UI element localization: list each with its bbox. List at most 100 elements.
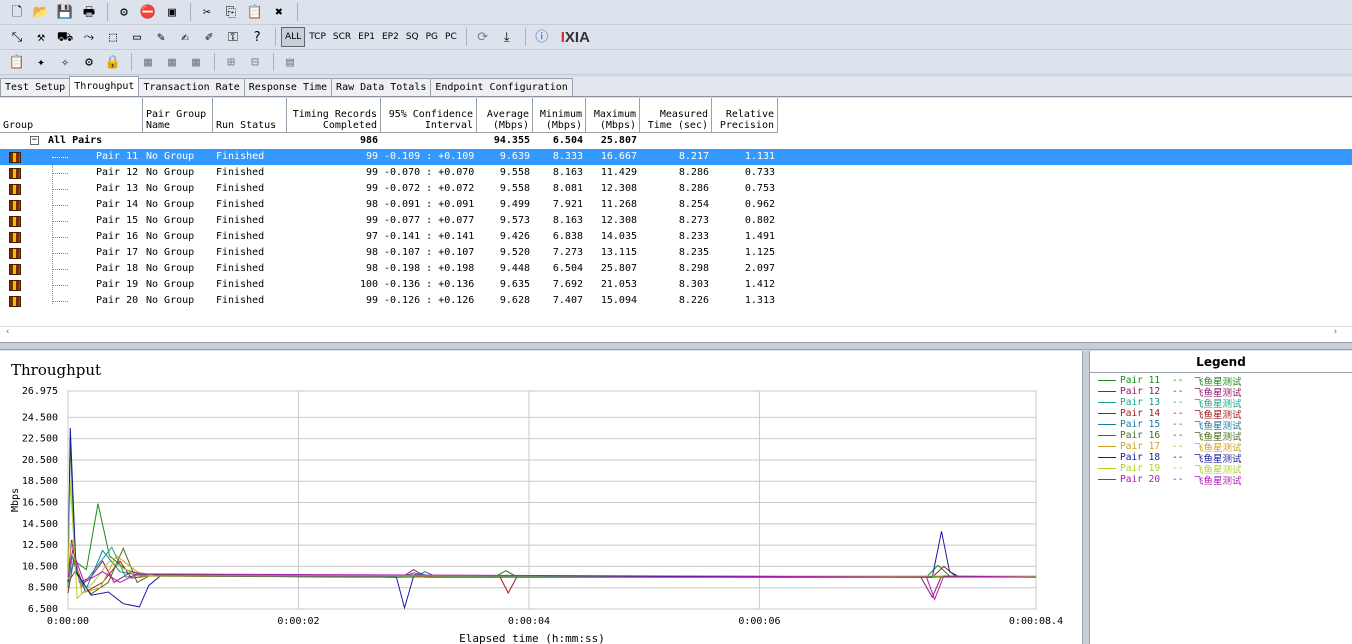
disabled-icon[interactable]: ▣ <box>161 2 183 22</box>
filter-pc-button[interactable]: PC <box>442 27 460 47</box>
column-header[interactable]: Minimum (Mbps) <box>533 98 586 133</box>
results-grid: Group Pair Group Name Run Status Timing Rec… <box>0 98 1352 342</box>
table-row[interactable]: Pair 12 No Group Finished 99 -0.070 : +0.070… <box>0 165 1352 181</box>
records-cell: 98 <box>365 263 378 274</box>
open-folder-icon[interactable]: 📂 <box>30 2 52 22</box>
table-row[interactable]: Pair 18 No Group Finished 98 -0.198 : +0.198… <box>0 261 1352 277</box>
column-header[interactable]: Maximum (Mbps) <box>586 98 640 133</box>
average-cell: 9.520 <box>499 247 530 258</box>
pair-group-cell: No Group <box>146 183 195 194</box>
table-row[interactable]: Pair 13 No Group Finished 99 -0.072 : +0.072… <box>0 181 1352 197</box>
table-row[interactable]: Pair 20 No Group Finished 99 -0.126 : +0.126… <box>0 293 1352 309</box>
column-header[interactable]: Average (Mbps) <box>477 98 533 133</box>
measured-time-cell: 8.217 <box>678 151 709 162</box>
filter-pg-button[interactable]: PG <box>423 27 441 47</box>
summary-row[interactable]: All Pairs 986 94.355 6.504 25.807 <box>0 133 1352 149</box>
lock-icon[interactable]: 🔒 <box>102 52 124 72</box>
filter-scr-button[interactable]: SCR <box>330 27 354 47</box>
network-icon[interactable]: ▭ <box>126 27 148 47</box>
pair-name-cell: Pair 11 <box>96 151 139 162</box>
new-file-icon[interactable]: 🗋 <box>6 2 28 22</box>
table-row[interactable]: Pair 17 No Group Finished 98 -0.107 : +0.107… <box>0 245 1352 261</box>
tab-endpoint-configuration[interactable]: Endpoint Configuration <box>430 78 573 96</box>
column-header[interactable]: Timing Records Completed <box>287 98 381 133</box>
legend-separator: -- <box>1172 397 1184 408</box>
tab-transaction-rate[interactable]: Transaction Rate <box>138 78 245 96</box>
table-row[interactable]: Pair 19 No Group Finished 100 -0.136 : +0.13… <box>0 277 1352 293</box>
table-row[interactable]: Pair 16 No Group Finished 97 -0.141 : +0.141… <box>0 229 1352 245</box>
column-header[interactable]: Pair Group Name <box>143 98 213 133</box>
cut-icon[interactable]: ✂ <box>196 2 218 22</box>
endpoint-icon[interactable]: ⬚ <box>102 27 124 47</box>
tab-throughput[interactable]: Throughput <box>69 76 140 96</box>
filter-icon[interactable]: ✐ <box>198 27 220 47</box>
add-pair-icon[interactable]: ⤡ <box>6 27 28 47</box>
minimum-cell: 8.163 <box>552 167 583 178</box>
paste-icon[interactable]: 📋 <box>244 2 266 22</box>
minimum-cell: 7.921 <box>552 199 583 210</box>
edit-pair-icon[interactable]: ⚒ <box>30 27 52 47</box>
save-icon[interactable]: 💾 <box>54 2 76 22</box>
minimum-cell: 7.407 <box>552 295 583 306</box>
copy-icon[interactable]: ⎘ <box>220 2 242 22</box>
column-header[interactable]: 95% Confidence Interval <box>381 98 477 133</box>
modify-icon[interactable]: ✍ <box>174 27 196 47</box>
grid-c-icon[interactable]: ▦ <box>185 52 207 72</box>
report-icon[interactable]: ▤ <box>279 52 301 72</box>
print-icon[interactable]: 🖶 <box>78 2 100 22</box>
help-icon[interactable]: ? <box>246 27 268 47</box>
tools-icon[interactable]: ✧ <box>54 52 76 72</box>
filter-tcp-button[interactable]: TCP <box>306 27 329 47</box>
info-icon[interactable]: ⓘ <box>531 27 553 47</box>
pair-icon <box>9 168 21 179</box>
toolbar-separator <box>131 53 132 71</box>
export-icon[interactable]: ⤓ <box>496 27 518 47</box>
filter-all-button[interactable]: ALL <box>281 27 306 47</box>
run-icon[interactable]: ⚙ <box>113 2 135 22</box>
tab-response-time[interactable]: Response Time <box>243 78 333 96</box>
average-cell: 9.635 <box>499 279 530 290</box>
horizontal-scrollbar[interactable]: ‹ › <box>0 326 1352 340</box>
table-row[interactable]: Pair 11 No Group Finished 99 -0.109 : +0.109… <box>0 149 1352 165</box>
stop-icon[interactable]: ⛔ <box>137 2 159 22</box>
table-row[interactable]: Pair 14 No Group Finished 98 -0.091 : +0.091… <box>0 197 1352 213</box>
layout-b-icon[interactable]: ⊟ <box>244 52 266 72</box>
grid-b-icon[interactable]: ▦ <box>161 52 183 72</box>
router-logo-icon: ⌂ <box>1219 583 1264 627</box>
measured-time-cell: 8.254 <box>678 199 709 210</box>
table-row[interactable]: Pair 15 No Group Finished 99 -0.077 : +0.077… <box>0 213 1352 229</box>
delete-icon[interactable]: ✖ <box>268 2 290 22</box>
vertical-splitter[interactable] <box>1082 351 1089 644</box>
filter-ep2-button[interactable]: EP2 <box>379 27 402 47</box>
x-tick-label: 0:00:08.4 <box>1009 616 1063 627</box>
column-header[interactable]: Measured Time (sec) <box>640 98 712 133</box>
pair-group-icon[interactable]: ⛟ <box>54 27 76 47</box>
scroll-right-icon[interactable]: › <box>1333 327 1338 337</box>
edit-script-icon[interactable]: ✎ <box>150 27 172 47</box>
pair-group-cell: No Group <box>146 247 195 258</box>
grid-a-icon[interactable]: ▦ <box>137 52 159 72</box>
column-header[interactable]: Run Status <box>213 98 287 133</box>
column-header[interactable]: Relative Precision <box>712 98 778 133</box>
minimum-cell: 6.504 <box>552 135 583 146</box>
filter-sq-button[interactable]: SQ <box>403 27 422 47</box>
horizontal-splitter[interactable] <box>0 342 1352 350</box>
measured-time-cell: 8.286 <box>678 167 709 178</box>
refresh-icon[interactable]: ⟳ <box>472 27 494 47</box>
multicast-icon[interactable]: ⤳ <box>78 27 100 47</box>
measured-time-cell: 8.233 <box>678 231 709 242</box>
hierarchy-icon[interactable]: ⚙ <box>78 52 100 72</box>
x-tick-label: 0:00:04 <box>508 616 550 627</box>
toolbar-separator <box>524 28 526 46</box>
filter-ep1-button[interactable]: EP1 <box>355 27 378 47</box>
scroll-left-icon[interactable]: ‹ <box>5 327 10 337</box>
layout-a-icon[interactable]: ⊞ <box>220 52 242 72</box>
column-header[interactable]: Group <box>0 98 143 133</box>
tab-raw-data-totals[interactable]: Raw Data Totals <box>331 78 432 96</box>
y-tick-label: 8.500 <box>28 583 58 594</box>
wizard-icon[interactable]: ✦ <box>30 52 52 72</box>
clipboard-icon[interactable]: 📋 <box>6 52 28 72</box>
maximum-cell: 13.115 <box>600 247 637 258</box>
key-icon[interactable]: ⚿ <box>222 27 244 47</box>
tab-test-setup[interactable]: Test Setup <box>0 78 71 96</box>
